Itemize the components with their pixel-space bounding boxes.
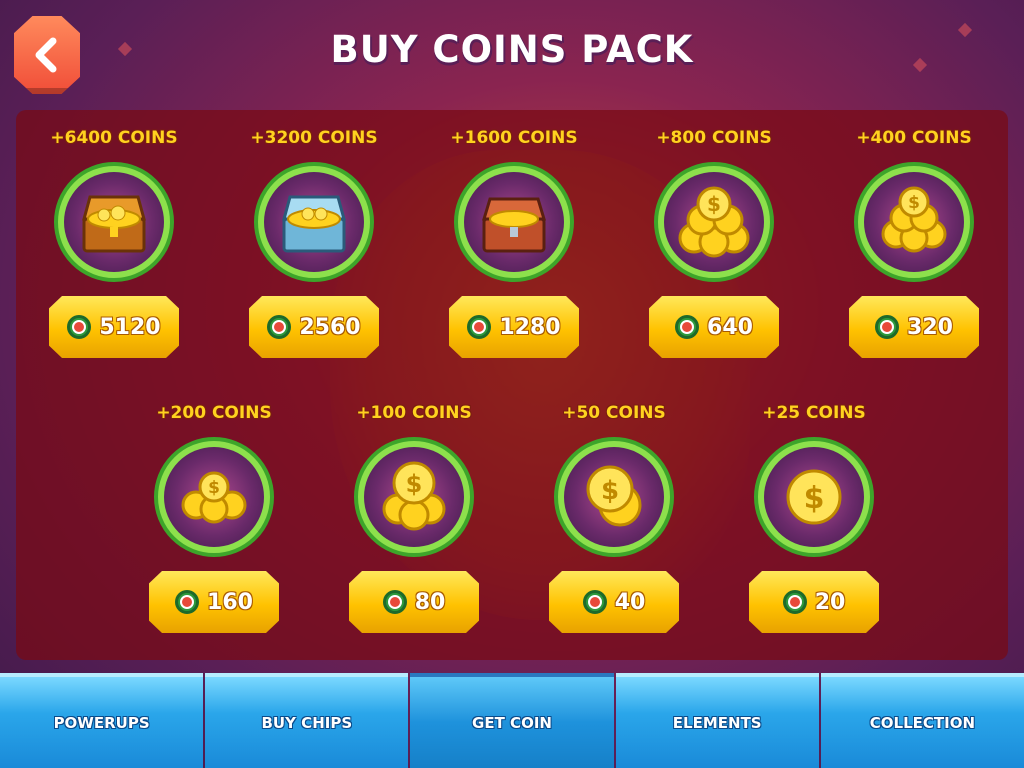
page-title: BUY COINS PACK bbox=[330, 28, 694, 71]
silver-chest-icon bbox=[282, 195, 346, 253]
gold-chest-icon bbox=[82, 195, 146, 253]
chip-icon bbox=[675, 315, 700, 339]
price-button[interactable]: 40 bbox=[549, 571, 679, 633]
tab-label: POWERUPS bbox=[53, 713, 150, 732]
price-value: 80 bbox=[414, 589, 446, 615]
price-value: 160 bbox=[207, 589, 253, 615]
pack-art bbox=[54, 162, 174, 282]
price-value: 20 bbox=[814, 589, 846, 615]
pack-art: $ bbox=[154, 437, 274, 557]
svg-text:$: $ bbox=[208, 478, 220, 498]
coin-pack-800[interactable]: +800 COINS $ 640 bbox=[624, 128, 804, 358]
price-value: 320 bbox=[907, 314, 953, 340]
svg-text:$: $ bbox=[707, 192, 721, 216]
price-button[interactable]: 1280 bbox=[449, 296, 579, 358]
pack-label: +25 COINS bbox=[762, 403, 866, 423]
pack-label: +3200 COINS bbox=[250, 128, 378, 148]
coin-pack-3200[interactable]: +3200 COINS 2560 bbox=[224, 128, 404, 358]
coin-pack-400[interactable]: +400 COINS $ 320 bbox=[824, 128, 1004, 358]
svg-text:$: $ bbox=[406, 470, 423, 498]
pack-art: $ bbox=[554, 437, 674, 557]
tab-collection[interactable]: COLLECTION bbox=[820, 673, 1024, 768]
price-button[interactable]: 5120 bbox=[49, 296, 179, 358]
coin-pack-1600[interactable]: +1600 COINS 1280 bbox=[424, 128, 604, 358]
bottom-tab-bar: POWERUPS BUY CHIPS GET COIN ELEMENTS COL… bbox=[0, 673, 1024, 768]
chip-icon bbox=[175, 590, 200, 614]
pack-art bbox=[254, 162, 374, 282]
pack-label: +50 COINS bbox=[562, 403, 666, 423]
chip-icon bbox=[267, 315, 292, 339]
price-button[interactable]: 2560 bbox=[249, 296, 379, 358]
single-coin-icon: $ bbox=[786, 469, 842, 525]
coin-pack-200[interactable]: +200 COINS $ 160 bbox=[124, 403, 304, 633]
coin-pile-icon: $ bbox=[181, 471, 247, 524]
tab-label: ELEMENTS bbox=[672, 713, 762, 732]
svg-text:$: $ bbox=[804, 481, 825, 516]
pack-label: +800 COINS bbox=[656, 128, 772, 148]
chip-icon bbox=[382, 590, 407, 614]
chip-icon bbox=[875, 315, 900, 339]
price-value: 40 bbox=[614, 589, 646, 615]
price-button[interactable]: 80 bbox=[349, 571, 479, 633]
coin-stack-icon: $ bbox=[382, 461, 446, 531]
coin-pack-25[interactable]: +25 COINS $ 20 bbox=[724, 403, 904, 633]
tab-buy-chips[interactable]: BUY CHIPS bbox=[205, 673, 409, 768]
price-value: 2560 bbox=[299, 314, 361, 340]
pack-art bbox=[454, 162, 574, 282]
pack-art: $ bbox=[754, 437, 874, 557]
pack-label: +100 COINS bbox=[356, 403, 472, 423]
price-value: 1280 bbox=[499, 314, 561, 340]
chip-icon bbox=[467, 315, 492, 339]
coin-pile-icon: $ bbox=[678, 186, 750, 258]
coin-pack-100[interactable]: +100 COINS $ 80 bbox=[324, 403, 504, 633]
tab-powerups[interactable]: POWERUPS bbox=[0, 673, 204, 768]
price-button[interactable]: 640 bbox=[649, 296, 779, 358]
two-coins-icon: $ bbox=[586, 465, 642, 527]
price-button[interactable]: 20 bbox=[749, 571, 879, 633]
tab-label: GET COIN bbox=[472, 713, 552, 732]
wood-chest-icon bbox=[481, 197, 547, 253]
pack-art: $ bbox=[854, 162, 974, 282]
tab-label: COLLECTION bbox=[869, 713, 976, 732]
svg-text:$: $ bbox=[908, 193, 920, 213]
pack-label: +200 COINS bbox=[156, 403, 272, 423]
pack-art: $ bbox=[354, 437, 474, 557]
pack-label: +6400 COINS bbox=[50, 128, 178, 148]
svg-text:$: $ bbox=[601, 476, 619, 506]
price-value: 640 bbox=[707, 314, 753, 340]
tab-label: BUY CHIPS bbox=[261, 713, 353, 732]
chip-icon bbox=[782, 590, 807, 614]
pack-label: +1600 COINS bbox=[450, 128, 578, 148]
coin-pile-icon: $ bbox=[881, 186, 947, 253]
price-value: 5120 bbox=[99, 314, 161, 340]
price-button[interactable]: 160 bbox=[149, 571, 279, 633]
tab-elements[interactable]: ELEMENTS bbox=[615, 673, 819, 768]
pack-art: $ bbox=[654, 162, 774, 282]
coin-pack-50[interactable]: +50 COINS $ 40 bbox=[524, 403, 704, 633]
pack-label: +400 COINS bbox=[856, 128, 972, 148]
chip-icon bbox=[67, 315, 92, 339]
coin-pack-6400[interactable]: +6400 COINS 5120 bbox=[24, 128, 204, 358]
price-button[interactable]: 320 bbox=[849, 296, 979, 358]
tab-get-coin[interactable]: GET COIN bbox=[410, 673, 614, 768]
chip-icon bbox=[582, 590, 607, 614]
